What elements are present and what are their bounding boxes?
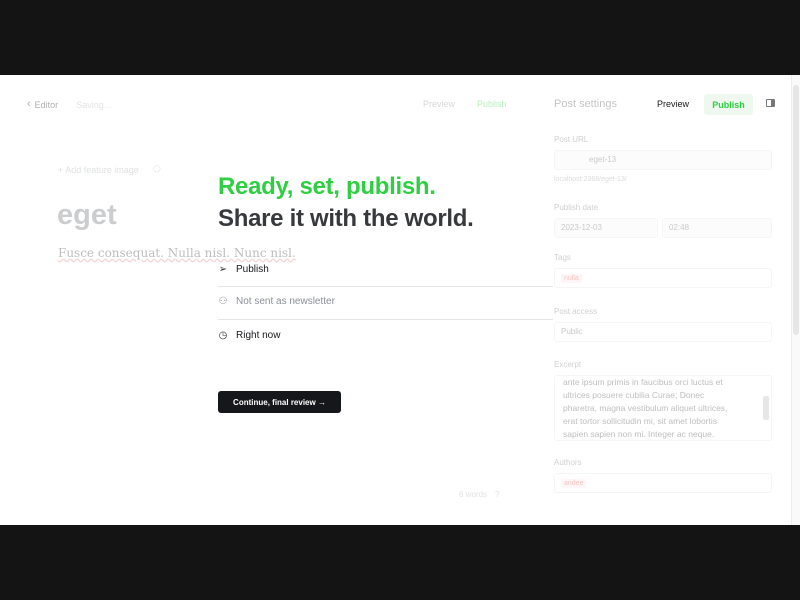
- back-to-editor-link[interactable]: ‹ Editor: [27, 99, 58, 110]
- chevron-left-icon: ‹: [27, 98, 31, 110]
- editor-publish-button[interactable]: Publish: [477, 99, 507, 109]
- modal-headline-primary: Ready, set, publish.: [218, 173, 436, 200]
- option-label: Not sent as newsletter: [236, 296, 335, 307]
- author-pill[interactable]: andee: [561, 479, 587, 488]
- post-title[interactable]: eget: [57, 199, 117, 232]
- help-icon[interactable]: ?: [495, 490, 499, 499]
- publish-date-label: Publish date: [554, 203, 599, 212]
- modal-headline-secondary: Share it with the world.: [218, 205, 474, 232]
- user-icon: ⚇: [218, 295, 228, 307]
- post-url-label: Post URL: [554, 135, 589, 144]
- publish-date-input[interactable]: 2023-12-03: [554, 218, 658, 238]
- clock-icon: ◷: [218, 329, 228, 341]
- excerpt-scrollbar[interactable]: [762, 378, 769, 438]
- word-count: 6 words ?: [459, 490, 499, 499]
- newsletter-option[interactable]: ⚇ Not sent as newsletter: [218, 296, 553, 307]
- post-access-select[interactable]: Public: [554, 322, 772, 342]
- tags-input[interactable]: nulla: [554, 268, 772, 288]
- post-url-hint: localhost:2368/eget-13/: [554, 176, 627, 183]
- excerpt-line: ultrices posuere cubilia Curae; Donec: [563, 390, 705, 400]
- excerpt-label: Excerpt: [554, 360, 582, 369]
- tags-label: Tags: [554, 253, 571, 262]
- editor-actions: Preview Publish: [423, 99, 507, 109]
- settings-title: Post settings: [554, 98, 617, 110]
- editor-topbar: ‹ Editor Saving...: [27, 99, 111, 110]
- settings-panel: Post settings Post URL eget-13 localhost…: [540, 75, 800, 525]
- excerpt-line: ante ipsum primis in faucibus orci luctu…: [563, 377, 723, 387]
- back-label: Editor: [34, 99, 59, 110]
- page-scrollbar[interactable]: [791, 75, 800, 525]
- post-access-label: Post access: [554, 307, 598, 316]
- tag-pill[interactable]: nulla: [561, 274, 582, 283]
- saving-status: Saving...: [76, 99, 112, 110]
- option-label: Publish: [236, 264, 269, 275]
- sidebar-toggle-icon[interactable]: [766, 99, 775, 107]
- excerpt-line: pharetra, magna vestibulum aliquet ultri…: [563, 403, 728, 413]
- image-icon[interactable]: ⎔: [153, 164, 161, 175]
- publish-button[interactable]: Publish: [704, 94, 753, 115]
- continue-final-review-button[interactable]: Continue, final review →: [218, 391, 341, 413]
- editor-preview-button[interactable]: Preview: [423, 99, 455, 109]
- post-body[interactable]: Fusce consequat. Nulla nisl. Nunc nisl.: [58, 246, 296, 260]
- option-label: Right now: [236, 330, 281, 341]
- excerpt-line: erat tortor sollicitudin mi, sit amet lo…: [563, 416, 717, 426]
- word-count-label: 6 words: [459, 490, 488, 499]
- authors-input[interactable]: andee: [554, 473, 772, 493]
- publish-flow-screen: ‹ Editor Saving... Preview Publish + Add…: [0, 75, 800, 525]
- feature-image-row: + Add feature image ⎔: [58, 164, 161, 175]
- post-url-input[interactable]: eget-13: [554, 150, 772, 170]
- divider: [218, 319, 553, 320]
- schedule-option[interactable]: ◷ Right now: [218, 330, 553, 341]
- authors-label: Authors: [554, 458, 582, 467]
- excerpt-textarea[interactable]: ante ipsum primis in faucibus orci luctu…: [554, 375, 772, 441]
- divider: [218, 286, 553, 287]
- excerpt-line: sapien sapien non mi. Integer ac neque.: [563, 429, 715, 439]
- publish-type-option[interactable]: ➢ Publish: [218, 264, 553, 275]
- add-feature-image-button[interactable]: + Add feature image: [58, 165, 139, 175]
- preview-button[interactable]: Preview: [657, 99, 689, 109]
- send-icon: ➢: [218, 263, 228, 275]
- publish-time-input[interactable]: 02:48: [662, 218, 772, 238]
